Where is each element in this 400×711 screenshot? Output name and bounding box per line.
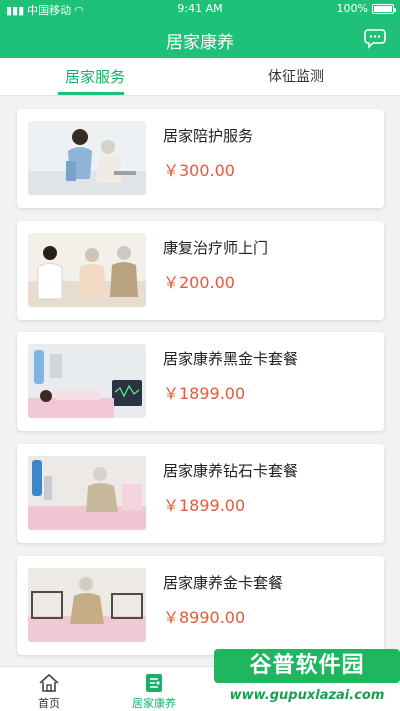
service-card-black-gold[interactable]: 居家康养黑金卡套餐 ￥1899.00	[17, 332, 384, 431]
nav-bar: 居家康养	[0, 18, 400, 58]
status-bar: ▮▮▮ 中国移动 ◠ 9:41 AM 100%	[0, 0, 400, 18]
service-price: ￥1899.00	[163, 496, 246, 515]
service-title: 居家康养金卡套餐	[163, 574, 284, 592]
service-list: 居家陪护服务 ￥300.00 康复治疗师上门 ￥200.00 居家康养黑金卡套餐…	[0, 96, 400, 666]
tabbar-label: 居家康养	[132, 697, 176, 710]
service-card-rehab[interactable]: 康复治疗师上门 ￥200.00	[17, 221, 384, 320]
service-card-escort[interactable]: 居家陪护服务 ￥300.00	[17, 109, 384, 208]
service-title: 居家康养钻石卡套餐	[163, 462, 299, 480]
battery-label: 100%	[336, 2, 368, 15]
service-thumbnail	[28, 233, 146, 307]
service-thumbnail	[28, 456, 146, 530]
tabbar-item-home[interactable]: 首页	[14, 673, 84, 711]
service-price: ￥300.00	[163, 161, 235, 180]
service-title: 居家康养黑金卡套餐	[163, 350, 299, 368]
service-card-gold[interactable]: 居家康养金卡套餐 ￥8990.00	[17, 556, 384, 655]
home-icon	[39, 673, 59, 692]
service-price: ￥200.00	[163, 273, 235, 292]
bottom-tab-bar: 首页 居家康养	[0, 666, 400, 711]
service-card-diamond[interactable]: 居家康养钻石卡套餐 ￥1899.00	[17, 444, 384, 543]
status-right: 100%	[336, 2, 396, 15]
active-tab-indicator	[58, 92, 124, 95]
service-thumbnail	[28, 344, 146, 418]
tab-vital-monitoring[interactable]: 体征监测	[268, 66, 324, 86]
home-care-icon	[146, 674, 162, 692]
service-title: 康复治疗师上门	[163, 239, 269, 257]
chat-bubble-icon[interactable]	[364, 27, 386, 49]
battery-icon	[372, 3, 396, 14]
top-tabs: 居家服务 体征监测	[0, 58, 400, 96]
tabbar-label: 首页	[38, 697, 60, 710]
tab-home-services[interactable]: 居家服务	[65, 66, 125, 87]
tabbar-item-home-care[interactable]: 居家康养	[119, 673, 189, 711]
page-title: 居家康养	[166, 33, 234, 53]
service-price: ￥1899.00	[163, 384, 246, 403]
service-price: ￥8990.00	[163, 608, 246, 627]
service-title: 居家陪护服务	[163, 127, 254, 145]
service-thumbnail	[28, 568, 146, 642]
service-thumbnail	[28, 121, 146, 195]
